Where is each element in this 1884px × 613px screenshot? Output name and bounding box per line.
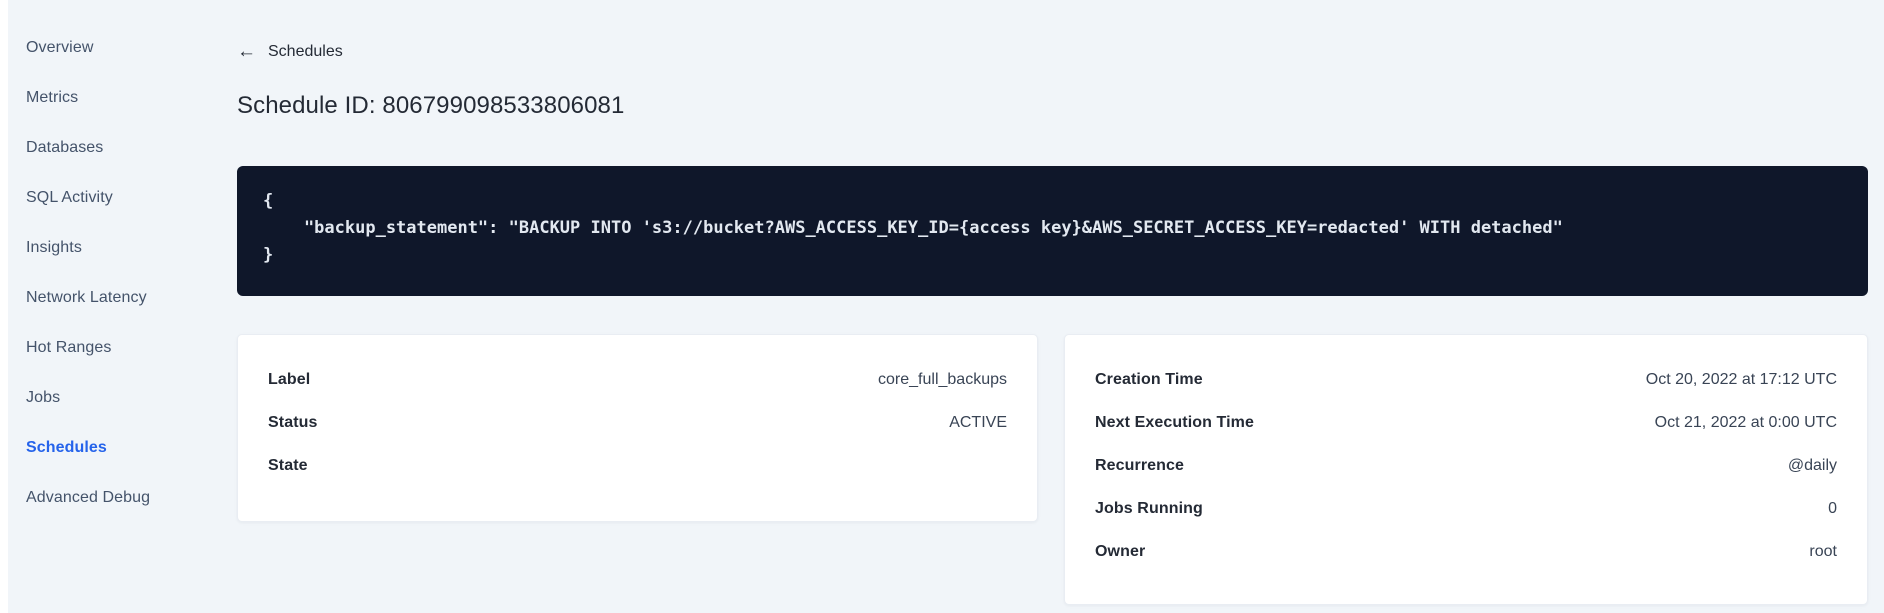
sidebar-item-sql-activity[interactable]: SQL Activity bbox=[8, 173, 229, 223]
detail-row-value: ACTIVE bbox=[949, 413, 1007, 431]
detail-row-jobs-running: Jobs Running 0 bbox=[1065, 487, 1867, 530]
schedule-summary-card: Label core_full_backups Status ACTIVE St… bbox=[237, 334, 1038, 522]
detail-row-value: root bbox=[1809, 542, 1837, 560]
detail-row-value: Oct 21, 2022 at 0:00 UTC bbox=[1654, 413, 1837, 431]
detail-row-key: Label bbox=[268, 370, 311, 388]
detail-row-key: Recurrence bbox=[1095, 456, 1185, 474]
schedule-timing-card: Creation Time Oct 20, 2022 at 17:12 UTC … bbox=[1064, 334, 1868, 605]
sidebar: Overview Metrics Databases SQL Activity … bbox=[8, 0, 229, 613]
left-arrow-icon: ← bbox=[237, 41, 256, 62]
sidebar-item-advanced-debug[interactable]: Advanced Debug bbox=[8, 473, 229, 523]
sidebar-item-overview[interactable]: Overview bbox=[8, 23, 229, 73]
detail-row-label: Label core_full_backups bbox=[238, 358, 1037, 401]
sidebar-item-hot-ranges[interactable]: Hot Ranges bbox=[8, 323, 229, 373]
detail-row-recurrence: Recurrence @daily bbox=[1065, 444, 1867, 487]
app-background: Overview Metrics Databases SQL Activity … bbox=[8, 0, 1884, 613]
detail-row-value: Oct 20, 2022 at 17:12 UTC bbox=[1645, 370, 1837, 388]
sidebar-item-network-latency[interactable]: Network Latency bbox=[8, 273, 229, 323]
sidebar-item-databases[interactable]: Databases bbox=[8, 123, 229, 173]
detail-row-creation-time: Creation Time Oct 20, 2022 at 17:12 UTC bbox=[1065, 358, 1867, 401]
back-to-schedules-link[interactable]: ← Schedules bbox=[237, 42, 343, 61]
detail-row-key: Jobs Running bbox=[1095, 499, 1203, 517]
back-link-label: Schedules bbox=[268, 42, 343, 60]
sidebar-item-metrics[interactable]: Metrics bbox=[8, 73, 229, 123]
detail-row-key: State bbox=[268, 456, 308, 474]
detail-row-status: Status ACTIVE bbox=[238, 401, 1037, 444]
detail-row-value: core_full_backups bbox=[878, 370, 1007, 388]
detail-row-key: Creation Time bbox=[1095, 370, 1203, 388]
detail-row-key: Owner bbox=[1095, 542, 1146, 560]
detail-row-key: Next Execution Time bbox=[1095, 413, 1254, 431]
detail-row-next-execution-time: Next Execution Time Oct 21, 2022 at 0:00… bbox=[1065, 401, 1867, 444]
detail-row-owner: Owner root bbox=[1065, 530, 1867, 573]
sidebar-item-jobs[interactable]: Jobs bbox=[8, 373, 229, 423]
detail-row-key: Status bbox=[268, 413, 318, 431]
detail-cards: Label core_full_backups Status ACTIVE St… bbox=[237, 334, 1868, 605]
sidebar-item-schedules[interactable]: Schedules bbox=[8, 423, 229, 473]
page-title: Schedule ID: 806799098533806081 bbox=[237, 92, 625, 119]
detail-row-value: @daily bbox=[1787, 456, 1837, 474]
main-content: ← Schedules Schedule ID: 806799098533806… bbox=[237, 0, 1868, 605]
detail-row-state: State bbox=[238, 444, 1037, 487]
detail-row-value: 0 bbox=[1828, 499, 1837, 517]
backup-statement-code-block: { "backup_statement": "BACKUP INTO 's3:/… bbox=[237, 166, 1868, 296]
sidebar-item-insights[interactable]: Insights bbox=[8, 223, 229, 273]
